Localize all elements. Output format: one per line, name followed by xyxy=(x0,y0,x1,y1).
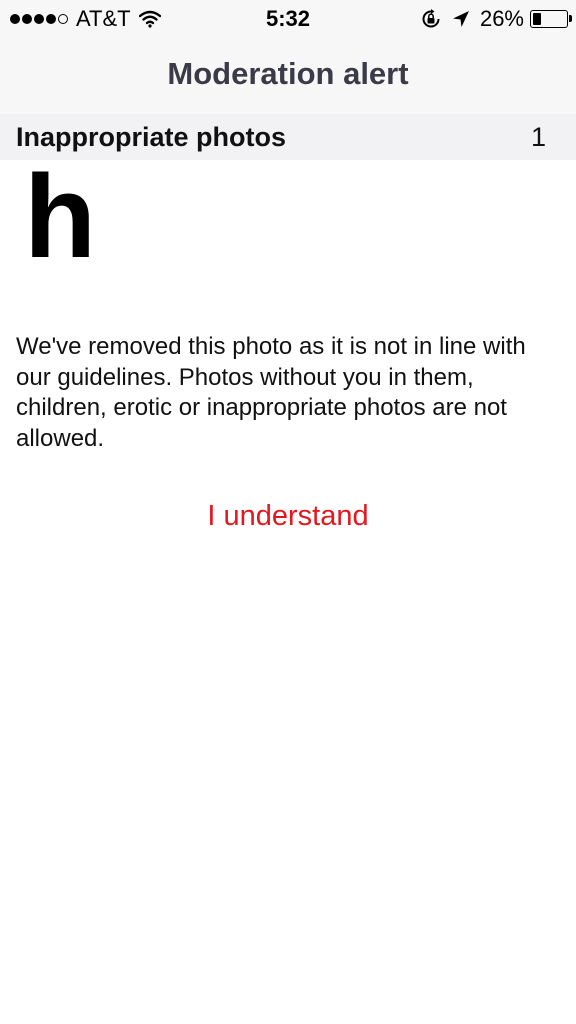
removed-photo-thumbnail: h xyxy=(24,158,134,280)
page-title: Moderation alert xyxy=(167,56,409,91)
screen: AT&T 5:32 26% Moderation alert Inappropr… xyxy=(0,0,576,1024)
section-count: 1 xyxy=(530,122,546,152)
status-bar: AT&T 5:32 26% xyxy=(0,0,576,40)
battery-percent: 26% xyxy=(479,6,524,31)
rotation-lock-icon xyxy=(422,9,440,28)
section-title: Inappropriate photos xyxy=(16,122,286,152)
battery-tip xyxy=(569,15,572,22)
i-understand-button[interactable]: I understand xyxy=(0,500,576,533)
battery-icon xyxy=(530,10,572,28)
moderation-message: We've removed this photo as it is not in… xyxy=(16,333,526,452)
navigation-bar: Moderation alert xyxy=(0,40,576,114)
photo-placeholder-letter: h xyxy=(24,151,97,283)
location-arrow-icon xyxy=(452,11,469,27)
battery-level-fill xyxy=(533,13,541,25)
status-right: 26% xyxy=(420,6,572,32)
